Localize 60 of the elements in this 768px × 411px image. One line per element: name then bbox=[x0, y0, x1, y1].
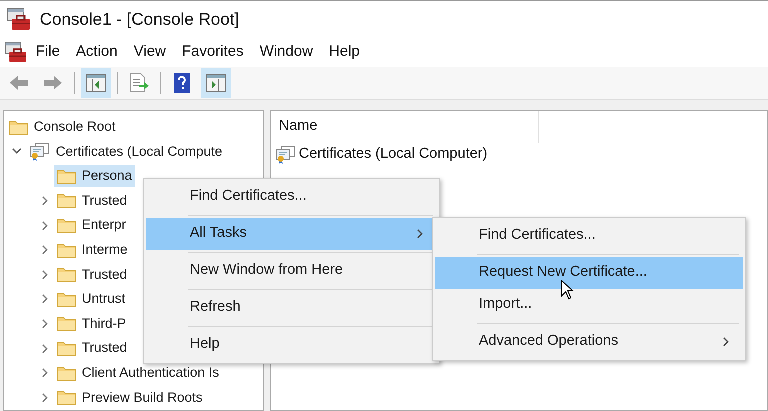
menu-bar-item[interactable]: Action bbox=[68, 41, 126, 64]
menu-item[interactable]: Advanced Operations bbox=[435, 326, 743, 358]
menu-bar-item[interactable]: File bbox=[28, 41, 68, 64]
forward-arrow-icon bbox=[43, 75, 63, 92]
folder-icon bbox=[57, 217, 77, 234]
chevron-right-icon[interactable] bbox=[42, 294, 48, 304]
folder-icon bbox=[57, 290, 77, 308]
chevron-right-icon[interactable] bbox=[42, 220, 48, 231]
tree-item[interactable]: Preview Build Roots bbox=[54, 386, 206, 409]
tree-item[interactable]: Client Authentication Is bbox=[54, 362, 222, 384]
toolbar-button[interactable] bbox=[201, 68, 231, 98]
menu-bar-item[interactable]: View bbox=[126, 41, 174, 64]
folder-icon bbox=[57, 168, 77, 185]
chevron-down-icon[interactable] bbox=[12, 148, 22, 156]
mouse-pointer-icon bbox=[561, 280, 574, 300]
tree-item[interactable]: Untrust bbox=[54, 288, 129, 310]
pane-right-icon bbox=[206, 74, 226, 92]
list-row[interactable]: Certificates (Local Computer) bbox=[271, 142, 767, 167]
menu-bar-item[interactable]: Help bbox=[321, 41, 368, 64]
folder-icon bbox=[57, 242, 77, 259]
menu-item[interactable]: Find Certificates... bbox=[435, 220, 743, 252]
menu-bar-item[interactable]: Favorites bbox=[174, 41, 252, 64]
certificate-icon bbox=[275, 144, 297, 165]
tree-item[interactable]: Trusted bbox=[54, 338, 130, 360]
menu-bar-item[interactable]: Window bbox=[252, 41, 322, 64]
tree-item[interactable]: Enterpr bbox=[54, 214, 130, 237]
window-title: Console1 - [Console Root] bbox=[40, 8, 240, 31]
column-header[interactable]: Name bbox=[271, 110, 539, 143]
tree-item[interactable]: Trusted bbox=[54, 190, 130, 212]
folder-icon bbox=[57, 340, 77, 358]
tree-item[interactable]: Interme bbox=[54, 239, 131, 262]
folder-icon bbox=[57, 389, 77, 406]
folder-icon bbox=[57, 192, 77, 210]
pane-left-icon bbox=[86, 74, 106, 92]
chevron-right-icon[interactable] bbox=[42, 245, 48, 256]
chevron-right-icon[interactable] bbox=[42, 270, 48, 280]
toolbox-icon bbox=[6, 6, 32, 33]
tree-item[interactable]: Trusted bbox=[54, 264, 130, 286]
chevron-right-icon[interactable] bbox=[42, 392, 48, 403]
menu-item[interactable]: Find Certificates... bbox=[146, 181, 437, 213]
folder-icon bbox=[9, 118, 29, 136]
certificate-icon bbox=[29, 142, 51, 162]
chevron-right-icon[interactable] bbox=[42, 344, 48, 354]
folder-icon bbox=[57, 364, 77, 382]
menu-item[interactable]: Import... bbox=[435, 289, 743, 321]
tree-item[interactable]: Certificates (Local Compute bbox=[26, 140, 226, 163]
export-list-icon bbox=[129, 73, 149, 94]
chevron-right-icon[interactable] bbox=[42, 318, 48, 329]
menu-item[interactable]: Request New Certificate... bbox=[435, 257, 743, 289]
tree-item[interactable]: Persona bbox=[54, 165, 136, 188]
chevron-right-icon[interactable] bbox=[42, 196, 48, 206]
folder-icon bbox=[57, 315, 77, 332]
back-arrow-icon bbox=[9, 75, 29, 92]
tree-item[interactable]: Console Root bbox=[6, 116, 119, 138]
toolbox-icon bbox=[4, 40, 28, 65]
folder-icon bbox=[57, 266, 77, 284]
chevron-right-icon[interactable] bbox=[42, 368, 48, 378]
toolbar-button[interactable] bbox=[81, 68, 111, 98]
tree-item[interactable]: Third-P bbox=[54, 312, 130, 335]
help-icon bbox=[174, 73, 190, 94]
